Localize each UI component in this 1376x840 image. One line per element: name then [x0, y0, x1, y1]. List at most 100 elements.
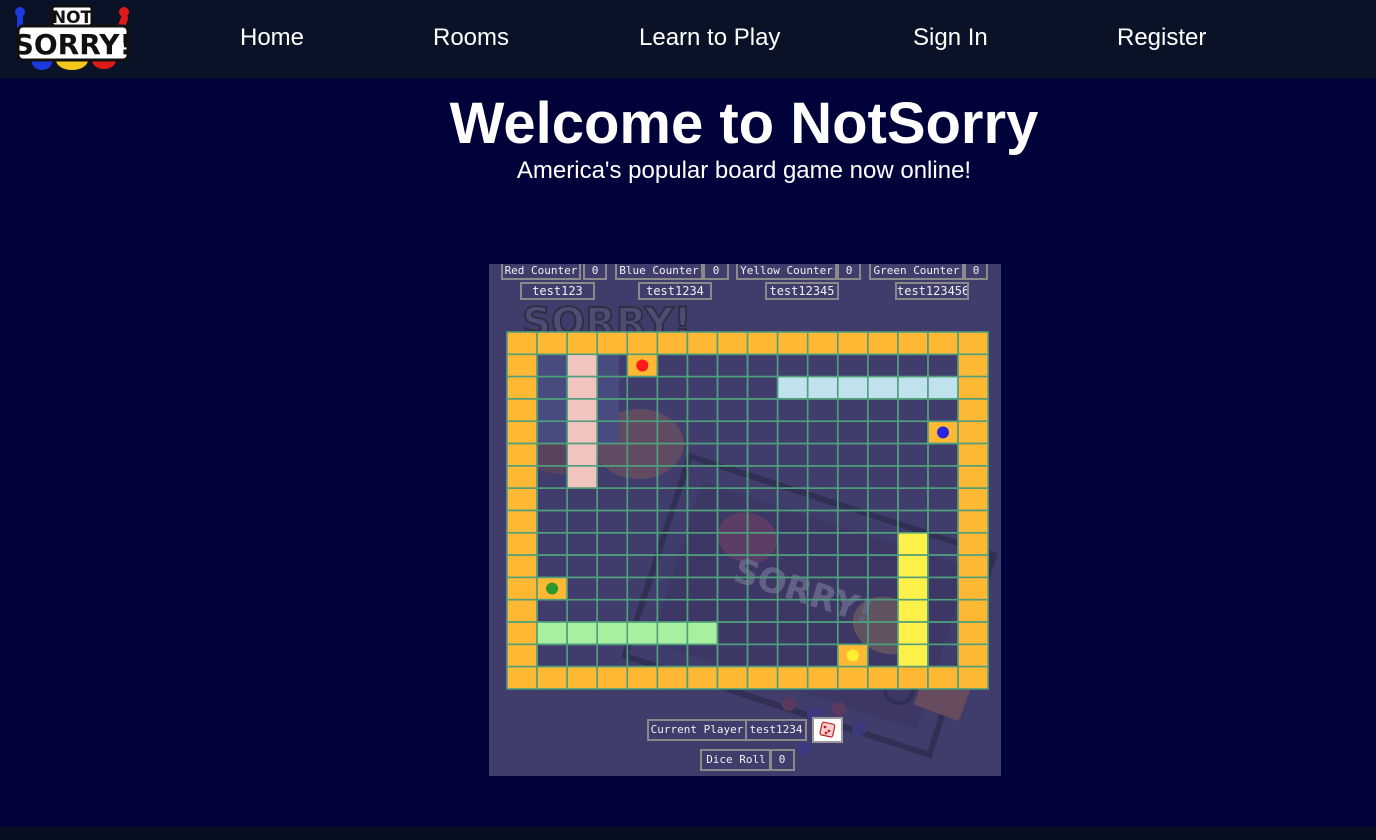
board-cell[interactable]: [836, 509, 869, 534]
board-cell[interactable]: [806, 487, 839, 512]
board-cell[interactable]: [596, 375, 629, 400]
board-cell[interactable]: [776, 420, 809, 445]
board-cell[interactable]: [806, 353, 839, 378]
track-cell[interactable]: [686, 665, 719, 690]
board-cell[interactable]: [746, 531, 779, 556]
board-cell[interactable]: [927, 554, 959, 579]
board-cell[interactable]: [656, 487, 689, 512]
board-cell[interactable]: [566, 598, 599, 623]
track-cell[interactable]: [596, 665, 629, 690]
track-cell[interactable]: [536, 665, 568, 690]
track-cell[interactable]: [506, 487, 538, 512]
board-cell[interactable]: [626, 375, 659, 400]
board-cell[interactable]: [626, 576, 659, 601]
board-cell[interactable]: [836, 420, 869, 445]
track-cell[interactable]: [506, 621, 538, 646]
board-cell[interactable]: [716, 621, 749, 646]
track-cell[interactable]: [506, 331, 538, 356]
board-cell[interactable]: [776, 643, 809, 668]
board-cell[interactable]: [536, 531, 568, 556]
track-cell[interactable]: [957, 375, 989, 400]
track-cell[interactable]: [686, 331, 719, 356]
track-cell[interactable]: [776, 331, 809, 356]
board-cell[interactable]: [897, 420, 929, 445]
track-cell[interactable]: [596, 331, 629, 356]
blue-safety-cell[interactable]: [776, 375, 809, 400]
track-cell[interactable]: [957, 465, 989, 489]
track-cell[interactable]: [957, 353, 989, 378]
board-cell[interactable]: [656, 531, 689, 556]
board-cell[interactable]: [656, 509, 689, 534]
blue-safety-cell[interactable]: [927, 375, 959, 400]
board-cell[interactable]: [656, 398, 689, 423]
board-cell[interactable]: [626, 465, 659, 489]
board-cell[interactable]: [596, 465, 629, 489]
red-safety-cell[interactable]: [566, 375, 599, 400]
track-cell[interactable]: [716, 665, 749, 690]
track-cell[interactable]: [957, 487, 989, 512]
green-safety-cell[interactable]: [686, 621, 719, 646]
board-cell[interactable]: [686, 442, 719, 467]
board-cell[interactable]: [656, 643, 689, 668]
red-safety-cell[interactable]: [566, 353, 599, 378]
board-cell[interactable]: [927, 509, 959, 534]
track-cell[interactable]: [506, 665, 538, 690]
track-cell[interactable]: [506, 375, 538, 400]
track-cell[interactable]: [957, 398, 989, 423]
board-cell[interactable]: [746, 353, 779, 378]
blue-safety-cell[interactable]: [897, 375, 929, 400]
board-cell[interactable]: [626, 420, 659, 445]
track-cell[interactable]: [626, 331, 659, 356]
board-cell[interactable]: [746, 554, 779, 579]
board-cell[interactable]: [776, 353, 809, 378]
track-cell[interactable]: [746, 331, 779, 356]
track-cell[interactable]: [506, 398, 538, 423]
board-cell[interactable]: [836, 442, 869, 467]
track-cell[interactable]: [927, 331, 959, 356]
board-cell[interactable]: [536, 375, 568, 400]
track-cell[interactable]: [957, 554, 989, 579]
track-cell[interactable]: [867, 331, 899, 356]
blue-safety-cell[interactable]: [806, 375, 839, 400]
red-safety-cell[interactable]: [566, 398, 599, 423]
board-cell[interactable]: [626, 554, 659, 579]
yellow-safety-cell[interactable]: [897, 598, 929, 623]
track-cell[interactable]: [626, 665, 659, 690]
board-cell[interactable]: [897, 398, 929, 423]
blue-safety-cell[interactable]: [867, 375, 899, 400]
track-cell[interactable]: [506, 465, 538, 489]
red-safety-cell[interactable]: [566, 420, 599, 445]
board-cell[interactable]: [536, 598, 568, 623]
board-cell[interactable]: [596, 643, 629, 668]
board-cell[interactable]: [686, 576, 719, 601]
board-cell[interactable]: [536, 442, 568, 467]
board-cell[interactable]: [656, 442, 689, 467]
board-cell[interactable]: [806, 442, 839, 467]
track-cell[interactable]: [536, 331, 568, 356]
board-cell[interactable]: [927, 531, 959, 556]
board-cell[interactable]: [746, 465, 779, 489]
yellow-safety-cell[interactable]: [897, 621, 929, 646]
board-cell[interactable]: [867, 531, 899, 556]
board-cell[interactable]: [746, 375, 779, 400]
board-cell[interactable]: [746, 487, 779, 512]
board-cell[interactable]: [806, 621, 839, 646]
board-cell[interactable]: [746, 576, 779, 601]
board-cell[interactable]: [536, 554, 568, 579]
track-cell[interactable]: [566, 331, 599, 356]
board-cell[interactable]: [536, 465, 568, 489]
board-cell[interactable]: [836, 598, 869, 623]
board-cell[interactable]: [596, 398, 629, 423]
nav-rooms-link[interactable]: Rooms: [433, 24, 509, 52]
green-safety-cell[interactable]: [566, 621, 599, 646]
track-cell[interactable]: [716, 331, 749, 356]
notsorry-logo[interactable]: NOT SORRY!: [12, 2, 136, 72]
board-cell[interactable]: [716, 375, 749, 400]
yellow-safety-cell[interactable]: [897, 554, 929, 579]
track-cell[interactable]: [957, 598, 989, 623]
board-cell[interactable]: [536, 643, 568, 668]
board-cell[interactable]: [776, 509, 809, 534]
board-cell[interactable]: [686, 554, 719, 579]
track-cell[interactable]: [506, 442, 538, 467]
board-cell[interactable]: [927, 598, 959, 623]
